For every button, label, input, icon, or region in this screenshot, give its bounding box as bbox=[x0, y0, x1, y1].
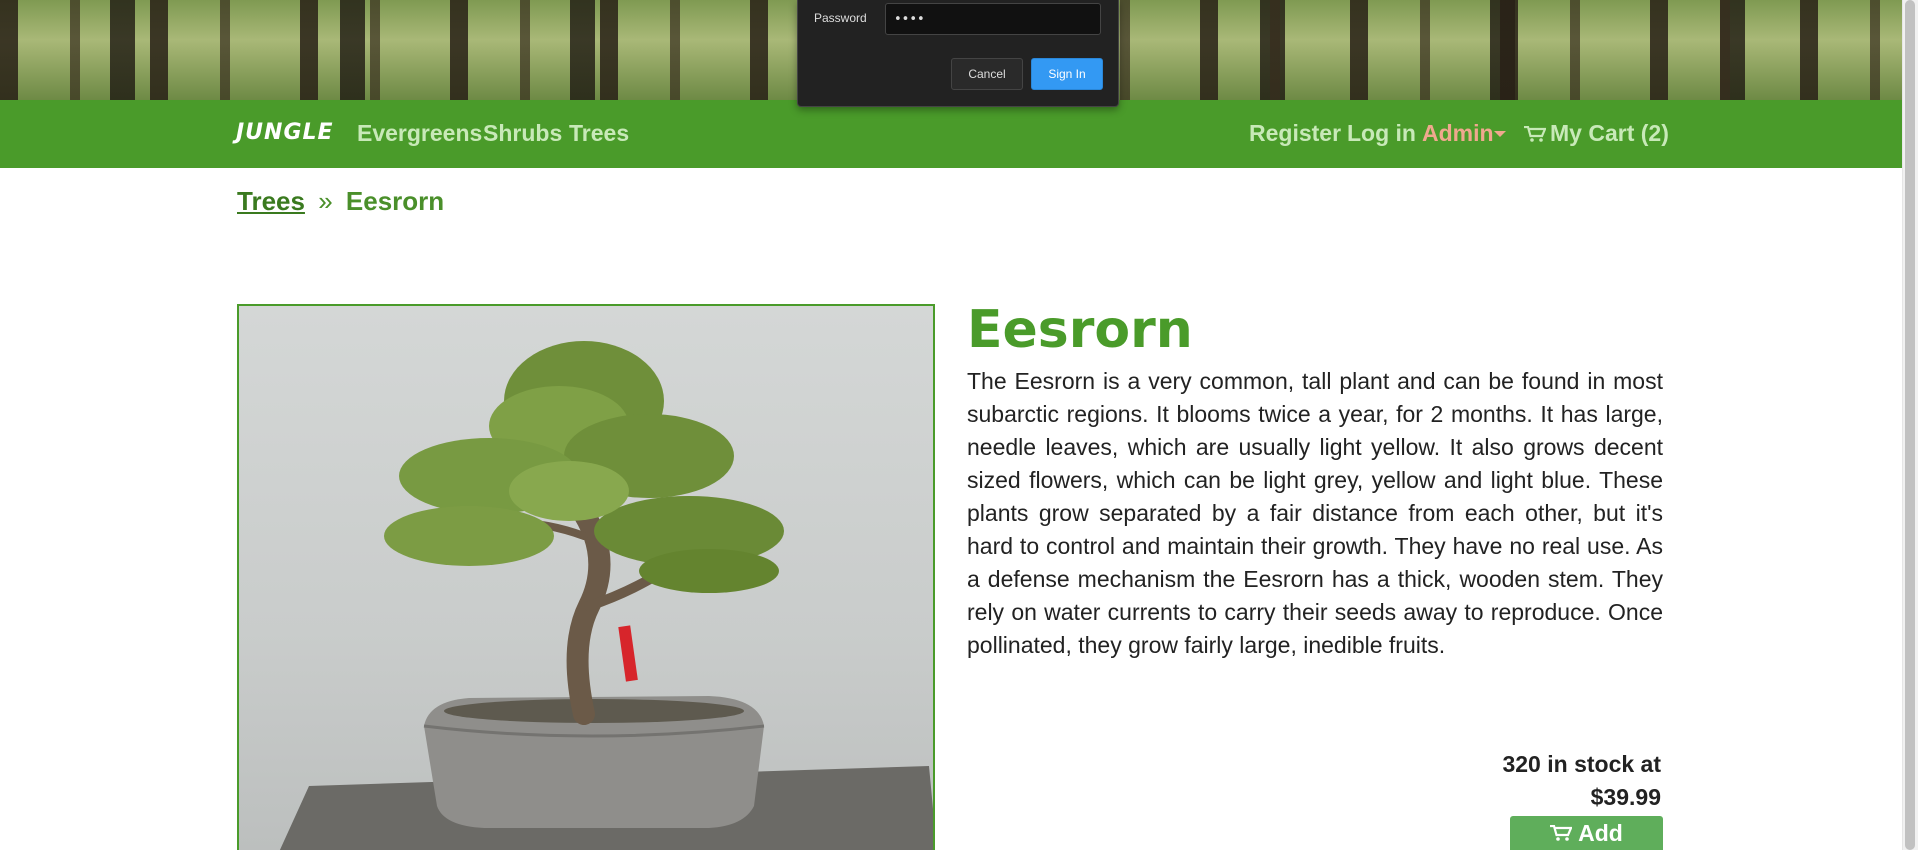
password-label: Password bbox=[814, 11, 867, 25]
page-scrollbar[interactable] bbox=[1902, 0, 1918, 850]
nav-my-cart[interactable]: My Cart (2) bbox=[1550, 120, 1669, 147]
nav-evergreens[interactable]: Evergreens bbox=[357, 120, 482, 147]
scrollbar-thumb[interactable] bbox=[1905, 0, 1915, 850]
signin-dropdown: Password Cancel Sign In bbox=[797, 0, 1119, 107]
product-price: $39.99 bbox=[1590, 784, 1661, 810]
nav-register[interactable]: Register bbox=[1249, 120, 1341, 147]
cart-icon bbox=[1524, 126, 1546, 142]
cancel-button[interactable]: Cancel bbox=[951, 58, 1023, 90]
breadcrumb-current: Eesrorn bbox=[345, 186, 445, 216]
nav-shrubs[interactable]: Shrubs bbox=[483, 120, 562, 147]
add-button-label: Add bbox=[1578, 819, 1623, 846]
chevron-down-icon bbox=[1494, 131, 1506, 137]
breadcrumb-separator: » bbox=[318, 186, 333, 216]
brand-logo[interactable]: JUNGLE bbox=[236, 120, 334, 145]
breadcrumb-trees-link[interactable]: Trees bbox=[237, 186, 305, 216]
add-to-cart-button[interactable]: Add bbox=[1510, 816, 1663, 850]
password-field[interactable] bbox=[885, 3, 1101, 35]
stock-text: 320 in stock at bbox=[1502, 751, 1661, 777]
nav-admin-dropdown[interactable]: Admin bbox=[1422, 120, 1494, 147]
product-image bbox=[237, 304, 935, 850]
sign-in-button[interactable]: Sign In bbox=[1031, 58, 1103, 90]
cart-icon bbox=[1550, 825, 1573, 841]
product-description: The Eesrorn is a very common, tall plant… bbox=[967, 368, 1663, 658]
product-title: Eesrorn bbox=[967, 300, 1193, 360]
bonsai-illustration bbox=[279, 341, 933, 850]
nav-login[interactable]: Log in bbox=[1347, 120, 1416, 147]
breadcrumb: Trees » Eesrorn bbox=[237, 186, 444, 217]
stock-and-price: 320 in stock at $39.99 bbox=[1361, 748, 1661, 814]
nav-trees[interactable]: Trees bbox=[569, 120, 629, 147]
main-navbar: JUNGLE Evergreens Shrubs Trees Register … bbox=[0, 100, 1902, 168]
